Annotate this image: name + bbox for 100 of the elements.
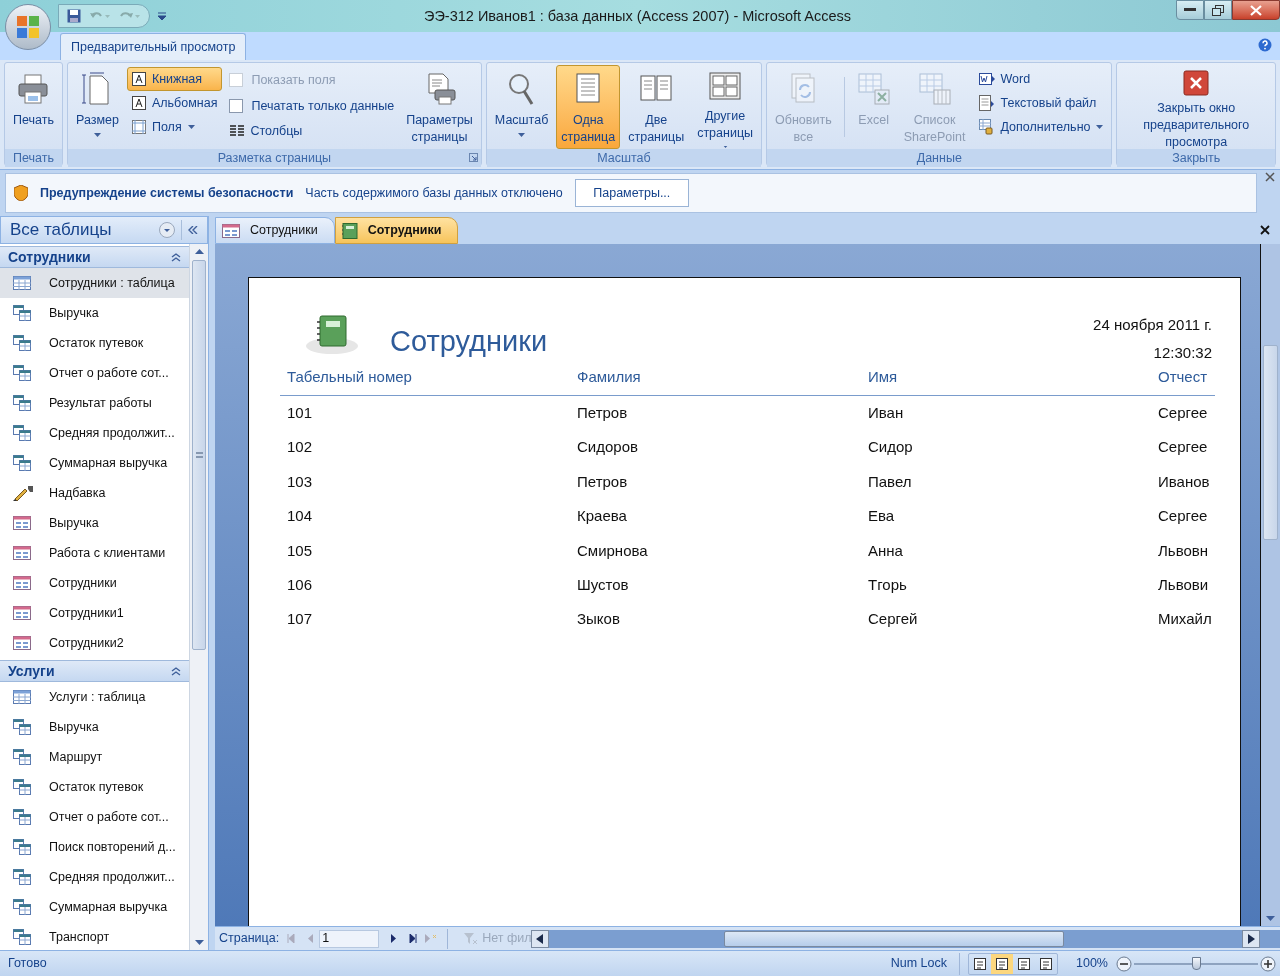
next-page-icon[interactable] [391, 934, 398, 943]
navigation-item[interactable]: Сотрудники2 [0, 628, 189, 658]
restore-icon [1212, 4, 1224, 16]
collapse-pane-icon[interactable] [188, 226, 198, 234]
ribbon-button[interactable]: Две страницы [623, 65, 690, 149]
save-icon[interactable] [67, 9, 81, 23]
table-cell-text: 101 [286, 402, 314, 423]
zoom-out-icon[interactable] [1116, 955, 1132, 972]
report-date: 24 ноября 2011 г. [1093, 315, 1212, 335]
ribbon-tab[interactable]: Предварительный просмотр [60, 33, 247, 60]
navigation-item[interactable]: Остаток путевок [0, 772, 189, 802]
close-icon [1250, 4, 1262, 16]
navigation-item[interactable]: Сотрудники : таблица [0, 268, 189, 298]
ribbon-button[interactable]: Дополнительно [973, 115, 1109, 139]
table-cell-text: Иван [867, 402, 905, 423]
ribbon-button[interactable]: Размер [70, 65, 124, 149]
customize-toolbar-icon[interactable] [158, 11, 166, 21]
ribbon-button[interactable]: Word [973, 67, 1109, 91]
navigation-item[interactable]: Услуги : таблица [0, 682, 189, 712]
close-icon[interactable] [1260, 225, 1270, 235]
slider-thumb[interactable] [1192, 956, 1201, 970]
ribbon-button[interactable]: Книжная [126, 67, 223, 91]
query-icon [13, 455, 31, 471]
last-page-icon[interactable] [409, 934, 418, 943]
scrollbar-thumb[interactable] [724, 930, 1065, 947]
ribbon-button[interactable]: Текстовый файл [973, 91, 1109, 115]
office-button[interactable] [5, 4, 51, 50]
scroll-right-icon[interactable] [1242, 929, 1260, 948]
document-tab[interactable]: Сотрудники [334, 217, 459, 244]
form-icon [13, 636, 31, 650]
scrollbar-thumb[interactable] [192, 260, 206, 650]
navigation-item[interactable]: Выручка [0, 298, 189, 328]
page-view-icon [995, 956, 1009, 971]
query-icon [13, 899, 31, 915]
ribbon-button[interactable]: Альбомная [126, 91, 223, 115]
column-header: Табельный номер [286, 366, 413, 387]
navigation-item[interactable]: Суммарная выручка [0, 892, 189, 922]
navigation-item[interactable]: Маршрут [0, 742, 189, 772]
navigation-item[interactable]: Поиск повторений д... [0, 832, 189, 862]
navigation-item[interactable]: Отчет о работе сот... [0, 802, 189, 832]
table-cell-text: Сергее [1157, 437, 1209, 458]
ribbon-button[interactable]: Печать [8, 65, 59, 149]
options-button[interactable]: Параметры... [574, 179, 689, 207]
group-title: Печать [13, 149, 54, 167]
scroll-left-icon[interactable] [531, 929, 550, 948]
view-button[interactable] [991, 953, 1013, 974]
table-cell-text: Сергей [867, 609, 919, 630]
help-icon[interactable] [1258, 38, 1272, 52]
zoom-in-icon[interactable] [1260, 955, 1276, 972]
table-icon [13, 690, 31, 704]
table-cell-text: 103 [286, 471, 314, 492]
ribbon-button[interactable]: Поля [126, 115, 223, 139]
navigation-item[interactable]: Выручка [0, 508, 189, 538]
table-cell-text: Михайл [1157, 609, 1213, 630]
page-view-icon [1017, 956, 1031, 971]
form-icon [13, 516, 31, 530]
navigation-item[interactable]: Работа с клиентами [0, 538, 189, 568]
restore-button[interactable] [1204, 0, 1232, 20]
table-cell-text: 104 [286, 506, 314, 527]
table-cell-text: Петров [576, 402, 629, 423]
ribbon-button[interactable]: Закрыть окно предварительного просмотра [1120, 65, 1272, 149]
navigation-item[interactable]: Результат работы [0, 388, 189, 418]
close-button[interactable] [1232, 0, 1280, 20]
ribbon-button[interactable]: Столбцы [225, 119, 399, 143]
ribbon-button[interactable]: Одна страница [556, 65, 621, 149]
query-icon [13, 335, 31, 351]
table-cell-text: Петров [576, 471, 629, 492]
group-title: Закрыть [1172, 149, 1221, 167]
document-tab[interactable]: Сотрудники [215, 217, 335, 244]
navigation-item[interactable]: Сотрудники [0, 568, 189, 598]
dropdown-icon[interactable] [159, 222, 175, 238]
group-header[interactable]: Услуги [0, 660, 189, 682]
page-number-field[interactable]: 1 [319, 929, 380, 948]
navigation-item[interactable]: Транспорт [0, 922, 189, 950]
minimize-button[interactable] [1176, 0, 1204, 20]
navigation-item[interactable]: Сотрудники1 [0, 598, 189, 628]
query-icon [13, 839, 31, 855]
group-title: Разметка страницы [217, 149, 332, 167]
columns-icon [230, 125, 245, 137]
ribbon-button[interactable]: Масштаб [489, 65, 554, 149]
dialog-launcher-icon[interactable] [468, 153, 478, 162]
navigation-item[interactable]: Остаток путевок [0, 328, 189, 358]
navigation-item[interactable]: Суммарная выручка [0, 448, 189, 478]
column-header: Фамилия [576, 366, 642, 387]
group-header[interactable]: Сотрудники [0, 246, 189, 268]
table-cell-text: 102 [286, 437, 314, 458]
navigation-item[interactable]: Средняя продолжит... [0, 418, 189, 448]
navigation-item[interactable]: Средняя продолжит... [0, 862, 189, 892]
table-cell-text: 105 [286, 540, 314, 561]
scrollbar-thumb[interactable] [1263, 345, 1278, 540]
ribbon-button[interactable]: Другие страницы [692, 65, 759, 149]
navigation-item[interactable]: Отчет о работе сот... [0, 358, 189, 388]
navigation-item[interactable]: Надбавка [0, 478, 189, 508]
navigation-item[interactable]: Выручка [0, 712, 189, 742]
form-icon [13, 606, 31, 620]
table-cell-text: Краева [576, 506, 628, 527]
orientation-icon [131, 96, 146, 110]
ribbon-button[interactable]: Параметры страницы [401, 65, 478, 149]
query-icon [13, 779, 31, 795]
checkbox[interactable]: Печатать только данные [225, 93, 399, 119]
